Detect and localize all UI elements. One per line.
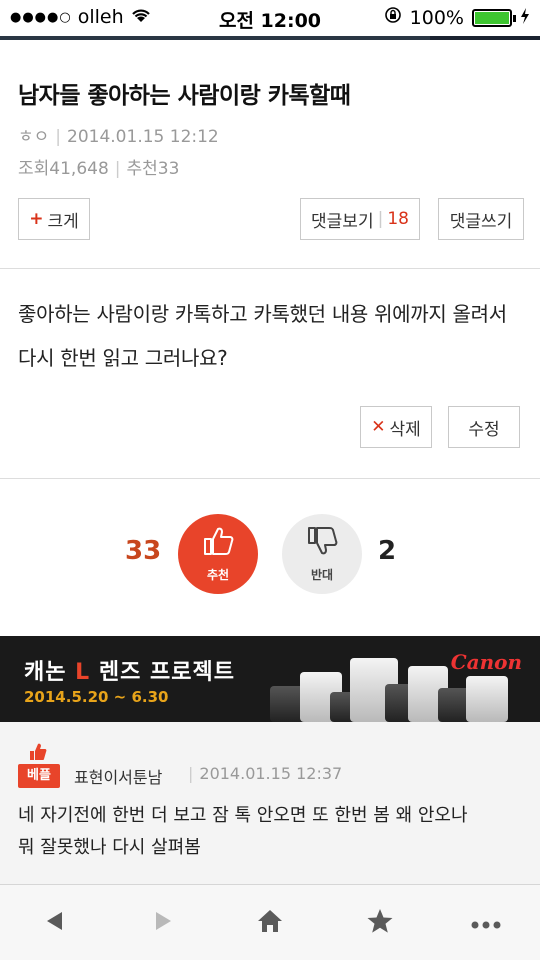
forward-button[interactable] xyxy=(146,907,182,939)
home-icon xyxy=(256,908,284,938)
post-body: 좋아하는 사람이랑 카톡하고 카톡했던 내용 위에까지 올려서 다시 한번 읽고… xyxy=(18,302,507,370)
post-datetime: 2014.01.15 12:12 xyxy=(67,127,219,147)
divider xyxy=(0,478,540,479)
comment-text: 네 자기전에 한번 더 보고 잠 톡 안오면 또 한번 봄 왜 안오나 뭐 잘못… xyxy=(18,800,528,864)
home-button[interactable] xyxy=(252,907,288,939)
thumbs-up-icon xyxy=(201,526,235,560)
browser-toolbar xyxy=(0,884,540,960)
best-comment-badge: 베플 xyxy=(18,742,60,788)
orientation-lock-icon xyxy=(384,6,402,29)
post-meta-stats: 조회41,648 | 추천33 xyxy=(18,159,180,179)
view-comments-button[interactable]: 댓글보기 | 18 xyxy=(300,198,420,240)
enlarge-label: 크게 xyxy=(47,211,79,232)
delete-label: 삭제 xyxy=(389,419,421,440)
post-title: 남자들 좋아하는 사람이랑 카톡할때 xyxy=(18,83,351,109)
write-comment-label: 댓글쓰기 xyxy=(449,211,513,232)
comment-count: 18 xyxy=(387,209,409,229)
likes-label: 추천 xyxy=(126,159,158,179)
best-badge-label: 베플 xyxy=(18,764,60,788)
plus-icon: + xyxy=(29,209,44,229)
ad-title-post: 렌즈 프로젝트 xyxy=(90,660,235,685)
view-comments-label: 댓글보기 xyxy=(311,211,374,232)
ad-date: 2014.5.20 ~ 6.30 xyxy=(24,688,169,706)
likes-count: 33 xyxy=(157,159,180,179)
bookmark-button[interactable] xyxy=(362,907,398,939)
back-icon xyxy=(44,910,64,936)
more-icon xyxy=(471,914,501,933)
edit-label: 수정 xyxy=(468,419,500,440)
comment-date: | 2014.01.15 12:37 xyxy=(188,764,343,783)
back-button[interactable] xyxy=(36,907,72,939)
write-comment-button[interactable]: 댓글쓰기 xyxy=(438,198,524,240)
battery-icon xyxy=(472,8,516,27)
comment-line: 뭐 잘못했나 다시 살펴봄 xyxy=(18,837,201,858)
views-count: 41,648 xyxy=(49,159,109,179)
header-rule xyxy=(0,36,540,40)
downvote-count: 2 xyxy=(378,536,397,566)
ad-banner[interactable]: 캐논 L 렌즈 프로젝트 2014.5.20 ~ 6.30 Canon xyxy=(0,636,540,722)
delete-button[interactable]: ✕ 삭제 xyxy=(360,406,432,448)
comment-datetime: 2014.01.15 12:37 xyxy=(199,764,343,783)
post-meta-author: ㅎㅇ | 2014.01.15 12:12 xyxy=(18,127,219,147)
thumbs-down-icon xyxy=(305,526,339,560)
ad-brand-logo: Canon xyxy=(450,650,522,674)
forward-icon xyxy=(154,910,174,936)
divider xyxy=(0,268,540,269)
comment-line: 네 자기전에 한번 더 보고 잠 톡 안오면 또 한번 봄 왜 안오나 xyxy=(18,805,468,826)
upvote-label: 추천 xyxy=(206,567,230,582)
upvote-count: 33 xyxy=(125,536,162,566)
charging-icon xyxy=(520,7,530,29)
enlarge-button[interactable]: + 크게 xyxy=(18,198,90,240)
downvote-button[interactable]: 반대 xyxy=(282,514,362,594)
more-button[interactable] xyxy=(468,907,504,939)
close-icon: ✕ xyxy=(371,417,386,437)
downvote-label: 반대 xyxy=(310,567,334,582)
ad-title-l: L xyxy=(75,660,91,685)
star-icon xyxy=(366,908,394,938)
ad-title: 캐논 L 렌즈 프로젝트 xyxy=(24,654,235,686)
ad-title-pre: 캐논 xyxy=(24,660,76,685)
upvote-button[interactable]: 추천 xyxy=(178,514,258,594)
battery-percent: 100% xyxy=(409,6,464,29)
edit-button[interactable]: 수정 xyxy=(448,406,520,448)
comment-author[interactable]: 표현이서툰남 xyxy=(74,764,162,788)
status-bar: ●●●●○ olleh 오전 12:00 100% xyxy=(0,0,540,36)
views-label: 조회 xyxy=(18,159,50,179)
post-author[interactable]: ㅎㅇ xyxy=(18,127,49,147)
